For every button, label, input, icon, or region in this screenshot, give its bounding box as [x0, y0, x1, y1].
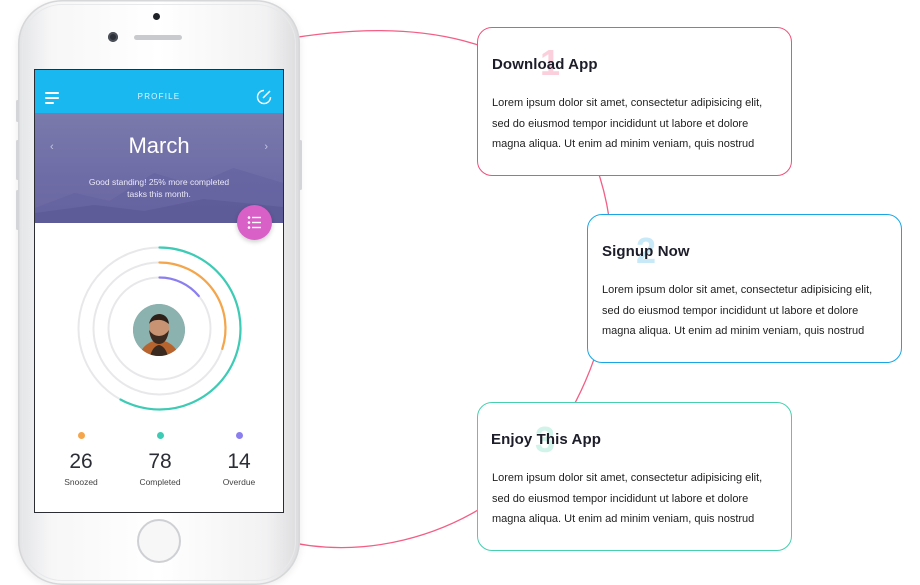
volume-down-button: [16, 190, 19, 230]
user-avatar[interactable]: [133, 304, 185, 356]
hamburger-menu-icon[interactable]: [45, 92, 59, 107]
step-body: Lorem ipsum dolor sit amet, consectetur …: [492, 97, 763, 150]
step-card-enjoy: 3 Enjoy This App Lorem ipsum dolor sit a…: [477, 402, 792, 551]
completed-dot: [156, 432, 164, 439]
step-card-download: 1 Download App Lorem ipsum dolor sit ame…: [477, 27, 792, 176]
app-topbar: PROFILE: [35, 70, 283, 113]
list-icon: [247, 216, 261, 229]
task-list-button[interactable]: [237, 205, 272, 240]
phone-mockup: PROFILE ‹ March › Good standing! 25% mor…: [16, 0, 302, 585]
stat-snoozed: 26 Snoozed: [46, 432, 116, 487]
completed-count: 78: [148, 450, 172, 473]
month-hero: ‹ March › Good standing! 25% more comple…: [35, 113, 283, 223]
home-button[interactable]: [137, 519, 181, 563]
completed-label: Completed: [139, 477, 181, 487]
snoozed-dot: [77, 432, 85, 439]
power-button: [299, 140, 302, 190]
overdue-count: 14: [227, 450, 251, 473]
step-title: Enjoy This App: [491, 431, 602, 448]
stat-overdue: 14 Overdue: [204, 432, 274, 487]
month-title: March: [128, 133, 190, 158]
prev-month-arrow[interactable]: ‹: [50, 141, 54, 153]
overdue-progress-arc: [158, 276, 200, 298]
inner-ring-track: [107, 276, 212, 381]
topbar-title: PROFILE: [137, 92, 181, 101]
snoozed-count: 26: [69, 450, 93, 473]
mute-switch: [16, 100, 19, 122]
step-body: Lorem ipsum dolor sit amet, consectetur …: [602, 284, 873, 337]
step-title: Download App: [492, 56, 598, 73]
step-card-signup: 2 Signup Now Lorem ipsum dolor sit amet,…: [587, 214, 902, 363]
earpiece-speaker: [134, 35, 182, 40]
standing-text: Good standing! 25% more completed tasks …: [88, 177, 230, 199]
edit-icon[interactable]: [256, 89, 272, 105]
middle-ring-track: [92, 261, 227, 396]
overdue-dot: [235, 432, 243, 439]
stat-completed: 78 Completed: [125, 432, 195, 487]
outer-ring-track: [77, 246, 242, 411]
step-body: Lorem ipsum dolor sit amet, consectetur …: [492, 472, 763, 525]
step-title: Signup Now: [602, 243, 690, 260]
sensor-dot: [153, 13, 160, 20]
phone-screen: PROFILE ‹ March › Good standing! 25% mor…: [34, 69, 284, 513]
volume-up-button: [16, 140, 19, 180]
front-camera-icon: [108, 32, 118, 42]
snoozed-progress-arc: [158, 261, 227, 350]
snoozed-label: Snoozed: [64, 477, 98, 487]
next-month-arrow[interactable]: ›: [264, 141, 268, 153]
progress-rings: [77, 246, 242, 411]
mountain-background: [35, 168, 283, 223]
overdue-label: Overdue: [222, 477, 256, 487]
completed-progress-arc: [119, 246, 242, 411]
